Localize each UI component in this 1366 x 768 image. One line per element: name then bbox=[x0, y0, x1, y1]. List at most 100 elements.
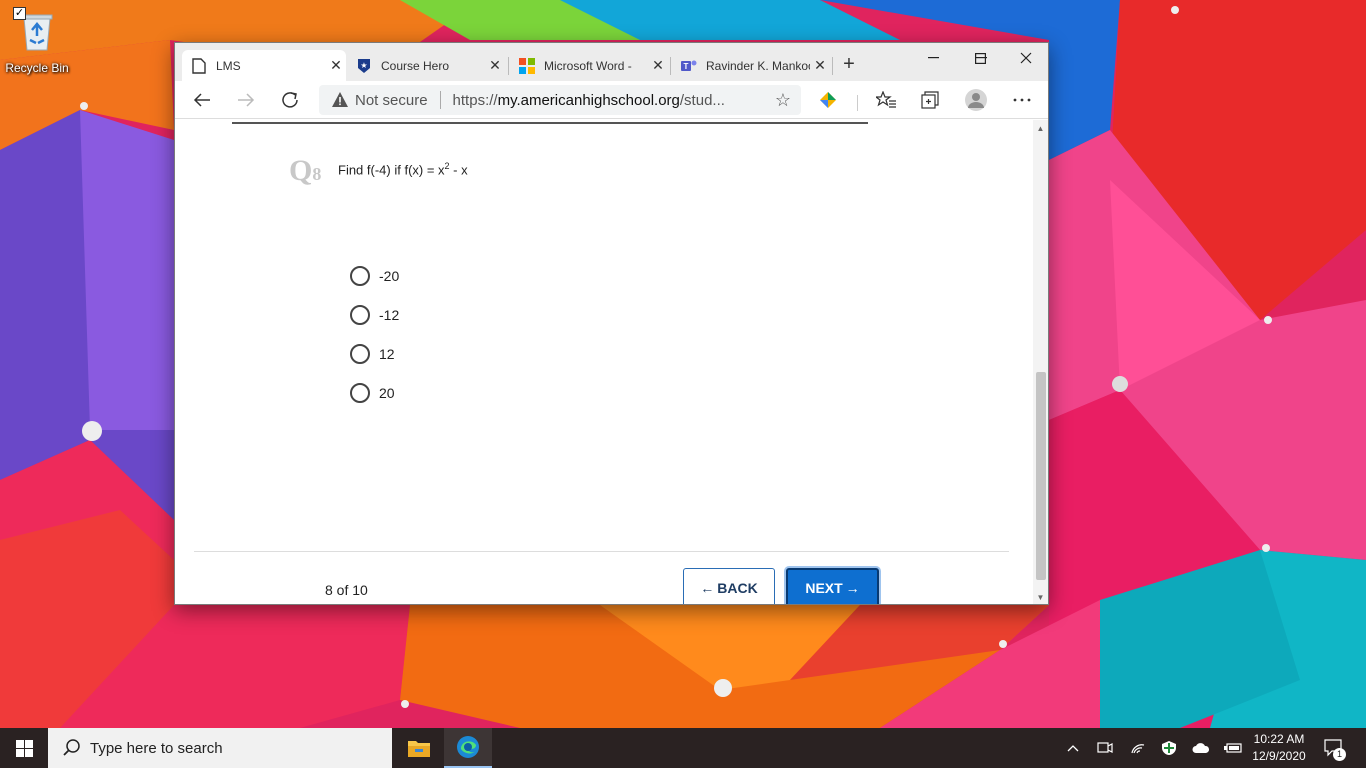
tab-separator bbox=[670, 57, 671, 75]
scroll-down-icon[interactable]: ▼ bbox=[1033, 591, 1048, 604]
notification-center-button[interactable]: 1 bbox=[1320, 728, 1348, 768]
tab-close-button[interactable]: ✕ bbox=[326, 57, 346, 74]
edge-taskbar-button[interactable] bbox=[444, 728, 492, 768]
toolbar-divider bbox=[857, 95, 858, 111]
search-icon bbox=[63, 739, 80, 756]
answer-option[interactable]: -20 bbox=[350, 266, 399, 286]
windows-logo-icon bbox=[15, 739, 33, 757]
avatar-icon bbox=[965, 89, 987, 111]
arrow-right-icon bbox=[238, 93, 255, 107]
vertical-scrollbar[interactable]: ▲ ▼ bbox=[1033, 120, 1048, 604]
maximize-button-hit[interactable] bbox=[957, 43, 1003, 73]
edge-icon bbox=[457, 736, 479, 758]
course-hero-icon: ★ bbox=[355, 57, 373, 75]
radio-button[interactable] bbox=[350, 383, 370, 403]
meet-now-button[interactable] bbox=[1094, 728, 1116, 768]
tab-lms[interactable]: LMS ✕ bbox=[182, 50, 346, 81]
answer-option[interactable]: -12 bbox=[350, 305, 399, 325]
system-clock[interactable]: 10:22 AM 12/9/2020 bbox=[1248, 731, 1310, 765]
browser-toolbar: Not secure https://my.americanhighschool… bbox=[175, 81, 1048, 119]
option-label: 12 bbox=[379, 346, 395, 362]
tab-close-button[interactable]: ✕ bbox=[810, 57, 830, 74]
extension-button[interactable] bbox=[813, 86, 843, 114]
cloud-icon bbox=[1192, 742, 1210, 753]
taskbar: Type here to search 10:22 AM 12/9/2020 1 bbox=[0, 728, 1366, 768]
clock-time: 10:22 AM bbox=[1253, 732, 1305, 746]
network-button[interactable] bbox=[1127, 728, 1149, 768]
tab-microsoft-word[interactable]: Microsoft Word - ✕ bbox=[510, 50, 668, 81]
arrow-left-icon: ← bbox=[700, 579, 715, 596]
refresh-button[interactable] bbox=[275, 86, 305, 114]
folder-icon bbox=[408, 741, 430, 757]
onedrive-button[interactable] bbox=[1190, 728, 1212, 768]
security-button[interactable] bbox=[1158, 728, 1180, 768]
collections-icon bbox=[921, 91, 939, 109]
maximize-icon bbox=[974, 52, 986, 64]
tab-strip: LMS ✕ ★ Course Hero ✕ Microsoft Word - ✕… bbox=[175, 43, 1048, 81]
svg-text:T: T bbox=[684, 62, 689, 71]
meet-now-icon bbox=[1097, 742, 1113, 753]
minimize-icon bbox=[927, 57, 939, 59]
close-window-button[interactable] bbox=[1003, 43, 1048, 73]
tab-separator bbox=[832, 57, 833, 75]
favorites-list-icon bbox=[876, 91, 896, 108]
settings-menu-button[interactable] bbox=[1007, 86, 1037, 114]
close-icon bbox=[1020, 52, 1032, 64]
back-button[interactable]: ← BACK bbox=[683, 568, 775, 604]
refresh-icon bbox=[282, 92, 298, 108]
option-label: -20 bbox=[379, 268, 400, 284]
warning-icon bbox=[332, 92, 348, 107]
next-label: NEXT bbox=[805, 579, 843, 596]
forward-nav-button[interactable] bbox=[231, 86, 261, 114]
tab-course-hero[interactable]: ★ Course Hero ✕ bbox=[347, 50, 505, 81]
tab-teams[interactable]: T Ravinder K. Mankoo ✕ bbox=[672, 50, 830, 81]
scroll-up-icon[interactable]: ▲ bbox=[1033, 122, 1048, 136]
tab-title: Microsoft Word - bbox=[544, 58, 632, 73]
favorites-button[interactable] bbox=[871, 86, 901, 114]
arrow-right-icon: → bbox=[845, 579, 860, 596]
tab-title: Ravinder K. Mankoo bbox=[706, 58, 810, 73]
radio-button[interactable] bbox=[350, 266, 370, 286]
svg-text:★: ★ bbox=[360, 61, 367, 70]
taskbar-search[interactable]: Type here to search bbox=[48, 728, 392, 768]
back-label: BACK bbox=[717, 579, 758, 596]
tab-title: Course Hero bbox=[381, 58, 450, 73]
answer-option[interactable]: 20 bbox=[350, 383, 395, 403]
scroll-thumb[interactable] bbox=[1036, 372, 1046, 580]
favorite-star-icon[interactable]: ☆ bbox=[775, 90, 791, 111]
new-tab-button[interactable]: + bbox=[837, 53, 861, 77]
extension-icon bbox=[820, 92, 836, 108]
radio-button[interactable] bbox=[350, 344, 370, 364]
selection-checkbox[interactable]: ✓ bbox=[13, 7, 26, 20]
search-placeholder: Type here to search bbox=[90, 739, 223, 757]
show-hidden-icons-button[interactable] bbox=[1062, 728, 1084, 768]
question-number: Q8 bbox=[289, 154, 322, 187]
option-label: -12 bbox=[379, 307, 400, 323]
address-bar[interactable]: Not secure https://my.americanhighschool… bbox=[319, 85, 801, 115]
recycle-bin-shortcut[interactable]: ✓ Recycle Bin bbox=[4, 4, 70, 75]
tab-title: LMS bbox=[216, 58, 241, 73]
battery-button[interactable] bbox=[1222, 728, 1244, 768]
battery-icon bbox=[1224, 743, 1242, 753]
tab-close-button[interactable]: ✕ bbox=[648, 57, 668, 74]
shield-icon bbox=[1162, 741, 1176, 755]
url-text: https://my.americanhighschool.org/stud..… bbox=[452, 91, 725, 109]
start-button[interactable] bbox=[0, 728, 48, 768]
notification-badge: 1 bbox=[1333, 748, 1346, 761]
footer-divider bbox=[194, 551, 1009, 552]
next-button[interactable]: NEXT → bbox=[786, 568, 879, 604]
page-content: Q8 Find f(-4) if f(x) = x2 - x -20 -12 1… bbox=[175, 120, 1033, 604]
wifi-icon bbox=[1131, 744, 1145, 754]
tab-close-button[interactable]: ✕ bbox=[485, 57, 505, 74]
minimize-button-hit[interactable] bbox=[910, 43, 956, 73]
profile-button[interactable] bbox=[961, 86, 991, 114]
collections-button[interactable] bbox=[915, 86, 945, 114]
more-options-icon bbox=[1013, 98, 1031, 102]
file-explorer-button[interactable] bbox=[395, 728, 443, 768]
option-label: 20 bbox=[379, 385, 395, 401]
back-nav-button[interactable] bbox=[187, 86, 217, 114]
radio-button[interactable] bbox=[350, 305, 370, 325]
answer-option[interactable]: 12 bbox=[350, 344, 395, 364]
tab-separator bbox=[508, 57, 509, 75]
teams-icon: T bbox=[680, 57, 698, 75]
